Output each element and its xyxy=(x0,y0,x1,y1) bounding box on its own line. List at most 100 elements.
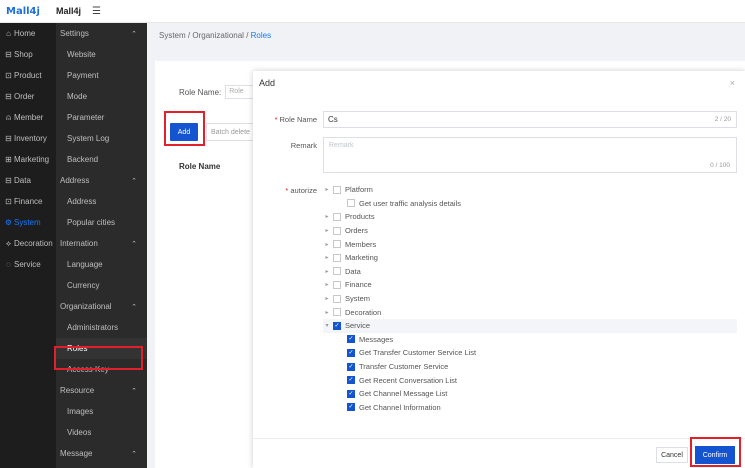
caret-right-icon[interactable]: ▸ xyxy=(323,186,331,193)
nav-item-data[interactable]: ⊟ Data xyxy=(0,170,56,191)
permission-checkbox[interactable]: ✓ xyxy=(347,335,355,344)
nav-group-settings[interactable]: Settings ⌃ xyxy=(56,23,147,44)
permission-checkbox[interactable]: ✓ xyxy=(347,362,355,371)
tree-node[interactable]: ▸ Finance xyxy=(323,278,737,292)
nav-group-message[interactable]: Message ⌃ xyxy=(56,443,147,464)
permission-checkbox[interactable]: ✓ xyxy=(347,403,355,412)
sidebar-item-language[interactable]: Language xyxy=(56,254,147,275)
nav-group-resource[interactable]: Resource ⌃ xyxy=(56,380,147,401)
sidebar-item-label: System Log xyxy=(67,134,110,143)
nav-item-finance[interactable]: ⊡ Finance xyxy=(0,191,56,212)
tree-node[interactable]: ▸ Platform xyxy=(323,183,737,197)
nav-group-label: Organizational xyxy=(60,302,112,311)
tree-node[interactable]: ▸ Decoration xyxy=(323,305,737,319)
tree-node-label: Get Transfer Customer Service List xyxy=(359,348,477,358)
sidebar-item-system-log[interactable]: System Log xyxy=(56,128,147,149)
sidebar-item-backend[interactable]: Backend xyxy=(56,149,147,170)
permission-checkbox[interactable] xyxy=(333,308,341,317)
nav-item-product[interactable]: ⊡ Product xyxy=(0,65,56,86)
permission-checkbox[interactable] xyxy=(333,212,341,221)
caret-right-icon[interactable]: ▸ xyxy=(323,213,331,220)
nav-group-internation[interactable]: Internation ⌃ xyxy=(56,233,147,254)
caret-down-icon[interactable]: ▾ xyxy=(323,322,331,329)
role-name-input[interactable]: Cs 2 / 20 xyxy=(323,111,737,128)
tree-node[interactable]: ▸ Marketing xyxy=(323,251,737,265)
role-name-label: * Role Name xyxy=(274,115,317,124)
permission-checkbox[interactable] xyxy=(333,267,341,276)
permission-checkbox[interactable] xyxy=(333,253,341,262)
permission-checkbox[interactable] xyxy=(333,294,341,303)
permission-checkbox[interactable] xyxy=(333,226,341,235)
batch-delete-button[interactable]: Batch delete xyxy=(206,123,258,141)
tree-node-label: Decoration xyxy=(345,307,382,317)
sidebar-item-label: Currency xyxy=(67,281,100,290)
nav-item-home[interactable]: ⌂ Home xyxy=(0,23,56,44)
caret-right-icon[interactable]: ▸ xyxy=(323,268,331,275)
remark-placeholder: Remark xyxy=(329,142,354,149)
permission-checkbox[interactable] xyxy=(333,185,341,194)
sidebar-item-popular-cities[interactable]: Popular cities xyxy=(56,212,147,233)
breadcrumb-system[interactable]: System xyxy=(159,31,186,40)
tree-node[interactable]: ✓ Get Recent Conversation List xyxy=(323,373,737,387)
highlight-roles-item xyxy=(54,346,143,370)
caret-right-icon[interactable]: ▸ xyxy=(323,295,331,302)
sidebar-item-payment[interactable]: Payment xyxy=(56,65,147,86)
logo: Mall4j xyxy=(6,5,40,17)
caret-right-icon[interactable]: ▸ xyxy=(323,227,331,234)
permission-checkbox[interactable] xyxy=(333,280,341,289)
nav-item-system[interactable]: ⚙ System xyxy=(0,212,56,233)
sidebar-item-videos[interactable]: Videos xyxy=(56,422,147,443)
tree-node-label: Get Channel Information xyxy=(359,402,441,412)
nav-item-member[interactable]: ⍝ Member xyxy=(0,107,56,128)
permission-checkbox[interactable] xyxy=(347,199,355,208)
tree-node[interactable]: ▸ Products xyxy=(323,210,737,224)
sidebar-item-website[interactable]: Website xyxy=(56,44,147,65)
sidebar-item-mode[interactable]: Mode xyxy=(56,86,147,107)
nav-item-service[interactable]: ◌ Service xyxy=(0,254,56,275)
sidebar-item-images[interactable]: Images xyxy=(56,401,147,422)
tree-node[interactable]: ✓ Messages xyxy=(323,333,737,347)
permission-checkbox[interactable] xyxy=(333,240,341,249)
nav-item-marketing[interactable]: ⊞ Marketing xyxy=(0,149,56,170)
finance-icon: ⊡ xyxy=(5,197,12,206)
tree-node[interactable]: ▸ Data xyxy=(323,265,737,279)
nav-item-shop[interactable]: ⊟ Shop xyxy=(0,44,56,65)
sidebar-item-administrators[interactable]: Administrators xyxy=(56,317,147,338)
caret-right-icon[interactable]: ▸ xyxy=(323,241,331,248)
tree-node[interactable]: ▸ Members xyxy=(323,237,737,251)
caret-right-icon[interactable]: ▸ xyxy=(323,281,331,288)
nav-group-address[interactable]: Address ⌃ xyxy=(56,170,147,191)
tree-node[interactable]: ▸ System xyxy=(323,292,737,306)
sidebar-item-label: Mode xyxy=(67,92,88,101)
nav-item-label: Product xyxy=(14,71,42,80)
nav-item-label: Member xyxy=(14,113,44,122)
tree-node[interactable]: ✓ Get Channel Information xyxy=(323,401,737,415)
breadcrumb-organizational[interactable]: Organizational xyxy=(192,31,244,40)
sidebar-item-currency[interactable]: Currency xyxy=(56,275,147,296)
tree-node[interactable]: ✓ Transfer Customer Service xyxy=(323,360,737,374)
nav-item-decoration[interactable]: ⟡ Decoration xyxy=(0,233,56,254)
tree-node[interactable]: ✓ Get Transfer Customer Service List xyxy=(323,346,737,360)
sidebar-item-parameter[interactable]: Parameter xyxy=(56,107,147,128)
tree-node[interactable]: ▸ Orders xyxy=(323,224,737,238)
caret-right-icon[interactable]: ▸ xyxy=(323,254,331,261)
caret-right-icon[interactable]: ▸ xyxy=(323,309,331,316)
nav-item-inventory[interactable]: ⊟ Inventory xyxy=(0,128,56,149)
permission-checkbox[interactable]: ✓ xyxy=(333,321,341,330)
permission-checkbox[interactable]: ✓ xyxy=(347,376,355,385)
permission-checkbox[interactable]: ✓ xyxy=(347,348,355,357)
hamburger-icon[interactable]: ☰ xyxy=(92,6,101,17)
nav-group-organizational[interactable]: Organizational ⌃ xyxy=(56,296,147,317)
add-role-dialog: Add × * Role Name Cs 2 / 20 Remark Remark… xyxy=(253,71,745,468)
close-icon[interactable]: × xyxy=(730,78,735,88)
permission-checkbox[interactable]: ✓ xyxy=(347,389,355,398)
remark-textarea[interactable]: Remark 0 / 100 xyxy=(323,137,737,173)
top-header: Mall4j Mall4j ☰ xyxy=(0,0,745,23)
sidebar-item-label: Videos xyxy=(67,428,92,437)
cancel-button[interactable]: Cancel xyxy=(656,447,688,463)
tree-node[interactable]: ✓ Get Channel Message List xyxy=(323,387,737,401)
tree-node[interactable]: ▾ ✓ Service xyxy=(323,318,737,333)
sidebar-item-address[interactable]: Address xyxy=(56,191,147,212)
nav-item-order[interactable]: ⊟ Order xyxy=(0,86,56,107)
tree-node[interactable]: Get user traffic analysis details xyxy=(323,197,737,211)
